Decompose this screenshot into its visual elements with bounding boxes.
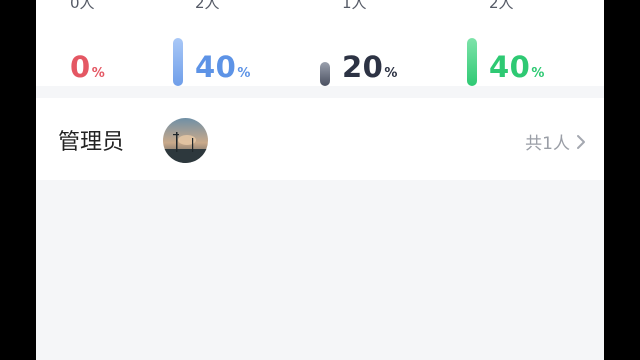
stat-card-4: 2人 40% — [467, 0, 604, 86]
stat-count: 1人 — [342, 0, 367, 12]
landscape-avatar-icon — [163, 118, 208, 163]
app-screen: 0人 0% 2人 40% 1人 20% 2人 40% 管理员 共1人 — [36, 0, 604, 360]
stat-bar — [320, 62, 330, 86]
admin-total: 共1人 — [525, 134, 570, 154]
section-divider — [36, 86, 604, 98]
stat-count: 2人 — [489, 0, 514, 12]
stat-percent: 40% — [489, 50, 545, 84]
admin-label: 管理员 — [58, 130, 125, 155]
stat-card-1: 0人 0% — [70, 0, 190, 86]
stat-count: 2人 — [195, 0, 220, 12]
admin-row[interactable]: 管理员 共1人 — [36, 98, 604, 180]
stats-panel: 0人 0% 2人 40% 1人 20% 2人 40% — [36, 0, 604, 86]
stat-bar — [467, 38, 477, 86]
admin-count-link[interactable]: 共1人 — [525, 129, 586, 154]
stat-percent: 0% — [70, 50, 106, 84]
stat-percent: 20% — [342, 50, 398, 84]
stat-percent: 40% — [195, 50, 251, 84]
chevron-right-icon — [577, 134, 585, 149]
stat-count: 0人 — [70, 0, 95, 12]
stat-bar — [173, 38, 183, 86]
stat-card-2: 2人 40% — [173, 0, 313, 86]
avatar — [163, 118, 208, 163]
stat-card-3: 1人 20% — [320, 0, 460, 86]
